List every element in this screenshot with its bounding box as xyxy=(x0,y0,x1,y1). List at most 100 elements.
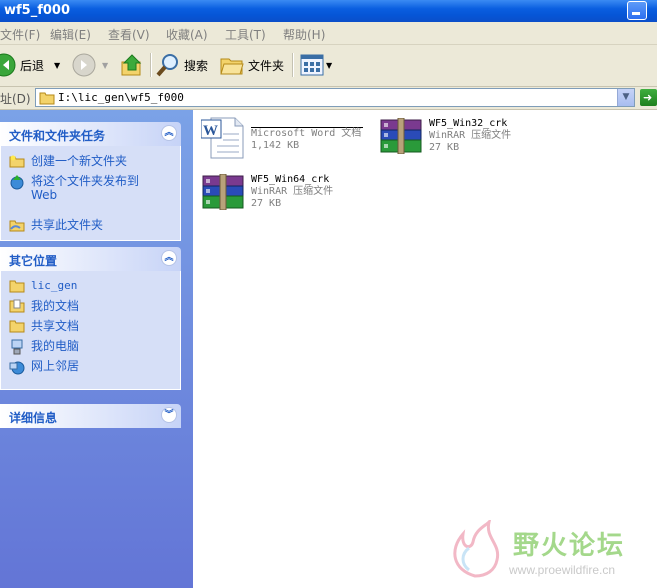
views-button[interactable]: ▼ xyxy=(300,51,332,79)
file-name: WF5_Win64_crk xyxy=(251,174,330,185)
place-label: 我的电脑 xyxy=(31,339,80,353)
watermark-url: www.proewildfire.cn xyxy=(509,563,616,577)
search-icon xyxy=(156,54,178,77)
go-arrow-icon: ➜ xyxy=(643,91,653,104)
file-type: Microsoft Word 文档 xyxy=(251,128,362,139)
back-arrow-icon xyxy=(0,53,16,77)
search-button[interactable]: 搜索 xyxy=(156,51,208,79)
task-label: 共享此文件夹 xyxy=(31,218,104,232)
folder-icon xyxy=(39,92,55,105)
shared-documents-icon xyxy=(9,320,25,333)
network-places-icon xyxy=(9,361,25,375)
search-label: 搜索 xyxy=(184,58,209,73)
share-folder-icon xyxy=(9,220,25,232)
back-label: 后退 xyxy=(20,58,45,73)
panel-header[interactable]: 详细信息 ︾ xyxy=(0,404,181,428)
file-item-win64-crk[interactable]: WF5_Win64_crk WinRAR 压缩文件 27 KB xyxy=(201,174,333,210)
place-label: 我的文档 xyxy=(31,299,80,313)
menu-help[interactable]: 帮助(H) xyxy=(283,26,325,43)
place-network[interactable]: 网上邻居 xyxy=(9,359,79,375)
menu-favorites[interactable]: 收藏(A) xyxy=(166,26,208,43)
file-item-word[interactable]: W Microsoft Word 文档 1,142 KB xyxy=(201,116,363,160)
forward-button[interactable]: ▼ xyxy=(72,51,108,79)
views-dropdown-icon[interactable]: ▼ xyxy=(326,61,332,70)
menu-view[interactable]: 查看(V) xyxy=(108,26,150,43)
menu-bar: 文件(F) 编辑(E) 查看(V) 收藏(A) 工具(T) 帮助(H) xyxy=(0,22,657,45)
forward-arrow-icon xyxy=(72,53,96,77)
title-bar[interactable]: wf5_f000 xyxy=(0,0,657,22)
file-item-win32-crk[interactable]: WF5_Win32_crk WinRAR 压缩文件 27 KB xyxy=(379,118,511,154)
folders-label: 文件夹 xyxy=(248,58,285,73)
panel-header[interactable]: 其它位置 ︽ xyxy=(0,247,181,271)
file-list: W Microsoft Word 文档 1,142 KB WF5_Win32_c… xyxy=(193,110,657,588)
window-title: wf5_f000 xyxy=(4,3,71,18)
file-size: 27 KB xyxy=(429,142,460,153)
file-info: Microsoft Word 文档 1,142 KB xyxy=(251,116,363,152)
file-folder-tasks-panel: 文件和文件夹任务 ︽ 创建一个新文件夹 将这个文件夹发布到 Web 共享此文件夹 xyxy=(0,122,181,241)
expand-icon[interactable]: ︾ xyxy=(161,407,177,423)
my-documents-icon xyxy=(9,299,25,313)
place-my-documents[interactable]: 我的文档 xyxy=(9,299,79,313)
back-button[interactable]: 后退 ▼ xyxy=(0,51,60,79)
task-new-folder[interactable]: 创建一个新文件夹 xyxy=(9,154,127,168)
details-panel: 详细信息 ︾ xyxy=(0,404,181,428)
place-label: 共享文档 xyxy=(31,319,80,333)
watermark-title: 野火论坛 xyxy=(513,531,626,561)
panel-body: 创建一个新文件夹 将这个文件夹发布到 Web 共享此文件夹 xyxy=(0,146,181,241)
svg-text:W: W xyxy=(203,123,218,139)
file-info: WF5_Win64_crk WinRAR 压缩文件 27 KB xyxy=(251,174,333,210)
address-dropdown-icon[interactable]: ▼ xyxy=(617,89,634,106)
address-input[interactable]: I:\lic_gen\wf5_f000 ▼ xyxy=(35,88,635,107)
folder-icon xyxy=(9,280,25,293)
back-dropdown-icon[interactable]: ▼ xyxy=(54,61,60,70)
task-share-folder[interactable]: 共享此文件夹 xyxy=(9,218,103,232)
my-computer-icon xyxy=(11,339,23,355)
panel-title: 其它位置 xyxy=(9,254,58,268)
address-bar: 地址(D) I:\lic_gen\wf5_f000 ▼ ➜ xyxy=(0,87,657,110)
file-type: WinRAR 压缩文件 xyxy=(429,130,512,141)
collapse-icon[interactable]: ︽ xyxy=(161,250,177,266)
forward-dropdown-icon[interactable]: ▼ xyxy=(102,61,108,70)
place-label: lic_gen xyxy=(31,279,78,292)
folders-button[interactable]: 文件夹 xyxy=(220,51,284,79)
panel-title: 文件和文件夹任务 xyxy=(9,129,106,143)
menu-edit[interactable]: 编辑(E) xyxy=(50,26,91,43)
place-shared-documents[interactable]: 共享文档 xyxy=(9,319,79,333)
file-size: 1,142 KB xyxy=(251,140,300,151)
collapse-icon[interactable]: ︽ xyxy=(161,125,177,141)
place-label: 网上邻居 xyxy=(31,359,80,373)
address-value: I:\lic_gen\wf5_f000 xyxy=(58,91,184,104)
task-publish-web[interactable]: 将这个文件夹发布到 Web xyxy=(9,174,139,202)
new-folder-icon xyxy=(9,155,25,168)
toolbar-separator xyxy=(292,53,294,77)
winrar-icon xyxy=(380,118,422,154)
file-type: WinRAR 压缩文件 xyxy=(251,186,334,197)
up-folder-icon xyxy=(121,54,142,76)
minimize-icon xyxy=(632,12,640,15)
task-pane: 文件和文件夹任务 ︽ 创建一个新文件夹 将这个文件夹发布到 Web 共享此文件夹 xyxy=(0,110,193,588)
task-label: 创建一个新文件夹 xyxy=(31,154,128,168)
panel-header[interactable]: 文件和文件夹任务 ︽ xyxy=(0,122,181,146)
menu-file[interactable]: 文件(F) xyxy=(0,26,40,43)
winrar-icon xyxy=(202,174,244,210)
place-my-computer[interactable]: 我的电脑 xyxy=(9,339,79,355)
up-folder-button[interactable] xyxy=(120,51,144,79)
panel-body: lic_gen 我的文档 共享文档 我的电脑 网上邻居 xyxy=(0,271,181,390)
go-button[interactable]: ➜ xyxy=(640,89,657,106)
minimize-button[interactable] xyxy=(627,1,647,20)
word-doc-icon: W xyxy=(201,117,244,159)
folder-icon xyxy=(220,58,244,75)
address-label: 地址(D) xyxy=(0,92,31,106)
watermark: 野火论坛 www.proewildfire.cn xyxy=(445,520,645,582)
other-places-panel: 其它位置 ︽ lic_gen 我的文档 共享文档 我的电脑 网上邻居 xyxy=(0,247,181,390)
panel-title: 详细信息 xyxy=(9,411,58,425)
globe-publish-icon xyxy=(10,175,24,190)
file-name xyxy=(251,116,363,128)
toolbar-separator xyxy=(150,53,152,77)
place-lic-gen[interactable]: lic_gen xyxy=(9,279,77,293)
menu-tools[interactable]: 工具(T) xyxy=(225,26,266,43)
task-label: 将这个文件夹发布到 Web xyxy=(31,174,140,202)
file-info: WF5_Win32_crk WinRAR 压缩文件 27 KB xyxy=(429,118,511,154)
flame-logo-icon xyxy=(453,520,500,578)
views-icon xyxy=(300,54,324,76)
